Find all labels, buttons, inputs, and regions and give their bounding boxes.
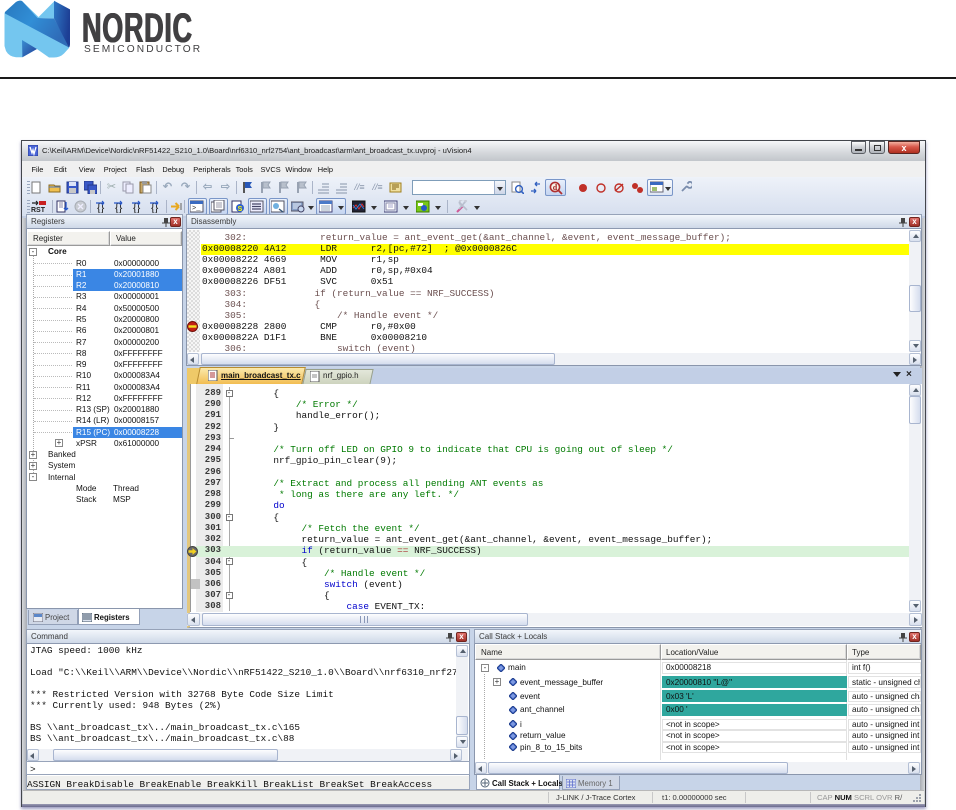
- svg-text:S: S: [238, 206, 243, 213]
- svg-text:>_: >_: [192, 205, 201, 213]
- svg-text:d: d: [553, 183, 558, 192]
- svg-text:RST: RST: [31, 207, 46, 214]
